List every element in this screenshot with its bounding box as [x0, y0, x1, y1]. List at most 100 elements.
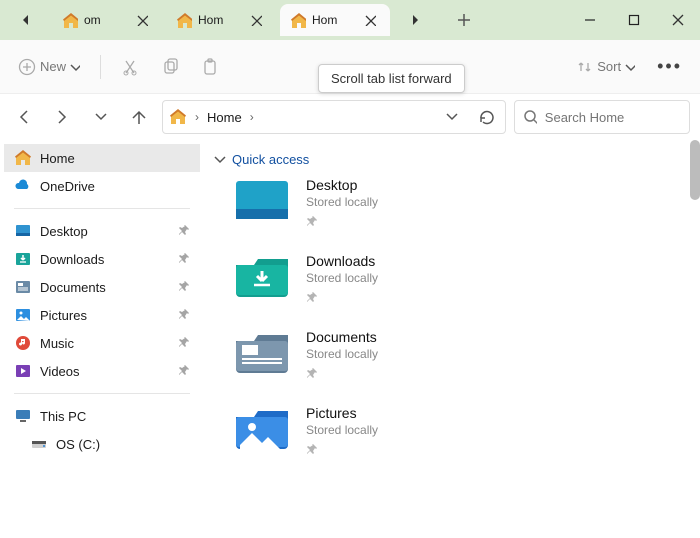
copy-button[interactable] — [153, 50, 187, 84]
documents-icon — [234, 329, 290, 373]
sidebar-item-label: This PC — [40, 409, 86, 424]
address-bar[interactable]: › Home › — [162, 100, 506, 134]
tab-1[interactable]: om — [52, 4, 162, 36]
home-icon — [176, 12, 192, 28]
sidebar-item-pictures[interactable]: Pictures — [4, 301, 200, 329]
separator — [100, 55, 101, 79]
titlebar: om Hom Hom — [0, 0, 700, 40]
item-sub: Stored locally — [306, 347, 378, 361]
pin-icon — [178, 364, 192, 378]
pictures-icon — [234, 405, 290, 449]
pin-icon — [178, 224, 192, 238]
sidebar-item-label: OS (C:) — [56, 437, 100, 452]
sort-icon — [577, 59, 593, 75]
pin-icon — [178, 280, 192, 294]
tab-scroll-forward-button[interactable] — [398, 5, 434, 35]
minimize-button[interactable] — [568, 0, 612, 40]
pin-icon — [306, 215, 318, 227]
maximize-button[interactable] — [612, 0, 656, 40]
item-desktop[interactable]: Desktop Stored locally — [234, 177, 690, 227]
close-window-button[interactable] — [656, 0, 700, 40]
sidebar-item-label: OneDrive — [40, 179, 95, 194]
tooltip-scroll-forward: Scroll tab list forward — [318, 64, 465, 93]
sidebar-item-documents[interactable]: Documents — [4, 273, 200, 301]
paste-icon — [201, 58, 219, 76]
pin-icon — [178, 308, 192, 322]
sidebar-item-label: Downloads — [40, 252, 104, 267]
sidebar-item-music[interactable]: Music — [4, 329, 200, 357]
nav-recent-button[interactable] — [86, 102, 116, 132]
sidebar-item-thispc[interactable]: This PC — [4, 402, 200, 430]
separator — [14, 208, 190, 209]
new-button[interactable]: New — [10, 50, 88, 84]
item-sub: Stored locally — [306, 271, 378, 285]
new-label: New — [40, 59, 66, 74]
onedrive-icon — [14, 177, 32, 195]
sidebar-item-home[interactable]: Home — [4, 144, 200, 172]
item-sub: Stored locally — [306, 195, 378, 209]
close-icon — [671, 13, 685, 27]
cut-button[interactable] — [113, 50, 147, 84]
sort-label: Sort — [597, 59, 621, 74]
breadcrumb-home[interactable]: Home — [207, 110, 242, 125]
tab-label: om — [84, 13, 126, 27]
sidebar-item-videos[interactable]: Videos — [4, 357, 200, 385]
tab-scroll-back-button[interactable] — [8, 5, 44, 35]
item-pictures[interactable]: Pictures Stored locally — [234, 405, 690, 455]
section-label: Quick access — [232, 152, 309, 167]
tab-close-button[interactable] — [130, 8, 154, 32]
sidebar-item-onedrive[interactable]: OneDrive — [4, 172, 200, 200]
sidebar-item-label: Home — [40, 151, 75, 166]
item-documents[interactable]: Documents Stored locally — [234, 329, 690, 379]
sort-button[interactable]: Sort — [569, 50, 643, 84]
nav-up-button[interactable] — [124, 102, 154, 132]
sidebar-item-desktop[interactable]: Desktop — [4, 217, 200, 245]
sidebar-item-label: Desktop — [40, 224, 88, 239]
tab-active[interactable]: Hom — [280, 4, 390, 36]
tab-close-button[interactable] — [358, 8, 382, 32]
section-quick-access[interactable]: Quick access — [214, 152, 690, 167]
sidebar: Home OneDrive Desktop Downloads Document… — [0, 140, 200, 538]
main-content: Quick access Desktop Stored locally Down… — [200, 140, 700, 538]
more-button[interactable]: ••• — [649, 50, 690, 84]
item-name: Pictures — [306, 405, 378, 421]
search-box[interactable] — [514, 100, 690, 134]
sidebar-item-downloads[interactable]: Downloads — [4, 245, 200, 273]
caret-left-icon — [21, 14, 31, 26]
tab-close-button[interactable] — [244, 8, 268, 32]
pin-icon — [306, 291, 318, 303]
pictures-icon — [14, 306, 32, 324]
item-name: Documents — [306, 329, 378, 345]
nav-forward-button[interactable] — [48, 102, 78, 132]
tab-label: Hom — [198, 13, 240, 27]
scrollbar[interactable] — [690, 140, 700, 200]
breadcrumb-separator: › — [250, 110, 254, 124]
item-sub: Stored locally — [306, 423, 378, 437]
paste-button[interactable] — [193, 50, 227, 84]
sidebar-item-label: Music — [40, 336, 74, 351]
home-icon — [14, 149, 32, 167]
sidebar-item-osc[interactable]: OS (C:) — [4, 430, 200, 458]
nav-back-button[interactable] — [10, 102, 40, 132]
drive-icon — [30, 435, 48, 453]
pin-icon — [306, 367, 318, 379]
chevron-down-icon — [214, 154, 226, 166]
item-name: Downloads — [306, 253, 378, 269]
home-icon — [290, 12, 306, 28]
new-tab-button[interactable] — [446, 5, 482, 35]
tab-2[interactable]: Hom — [166, 4, 276, 36]
home-icon — [62, 12, 78, 28]
home-icon — [169, 108, 187, 126]
window-controls — [568, 0, 700, 40]
sidebar-item-label: Pictures — [40, 308, 87, 323]
refresh-button[interactable] — [473, 104, 499, 130]
address-history-button[interactable] — [439, 104, 465, 130]
item-downloads[interactable]: Downloads Stored locally — [234, 253, 690, 303]
search-input[interactable] — [545, 110, 681, 125]
plus-icon — [457, 13, 471, 27]
pin-icon — [306, 443, 318, 455]
documents-icon — [14, 278, 32, 296]
navbar: › Home › — [0, 94, 700, 140]
pin-icon — [178, 252, 192, 266]
minimize-icon — [584, 14, 596, 26]
